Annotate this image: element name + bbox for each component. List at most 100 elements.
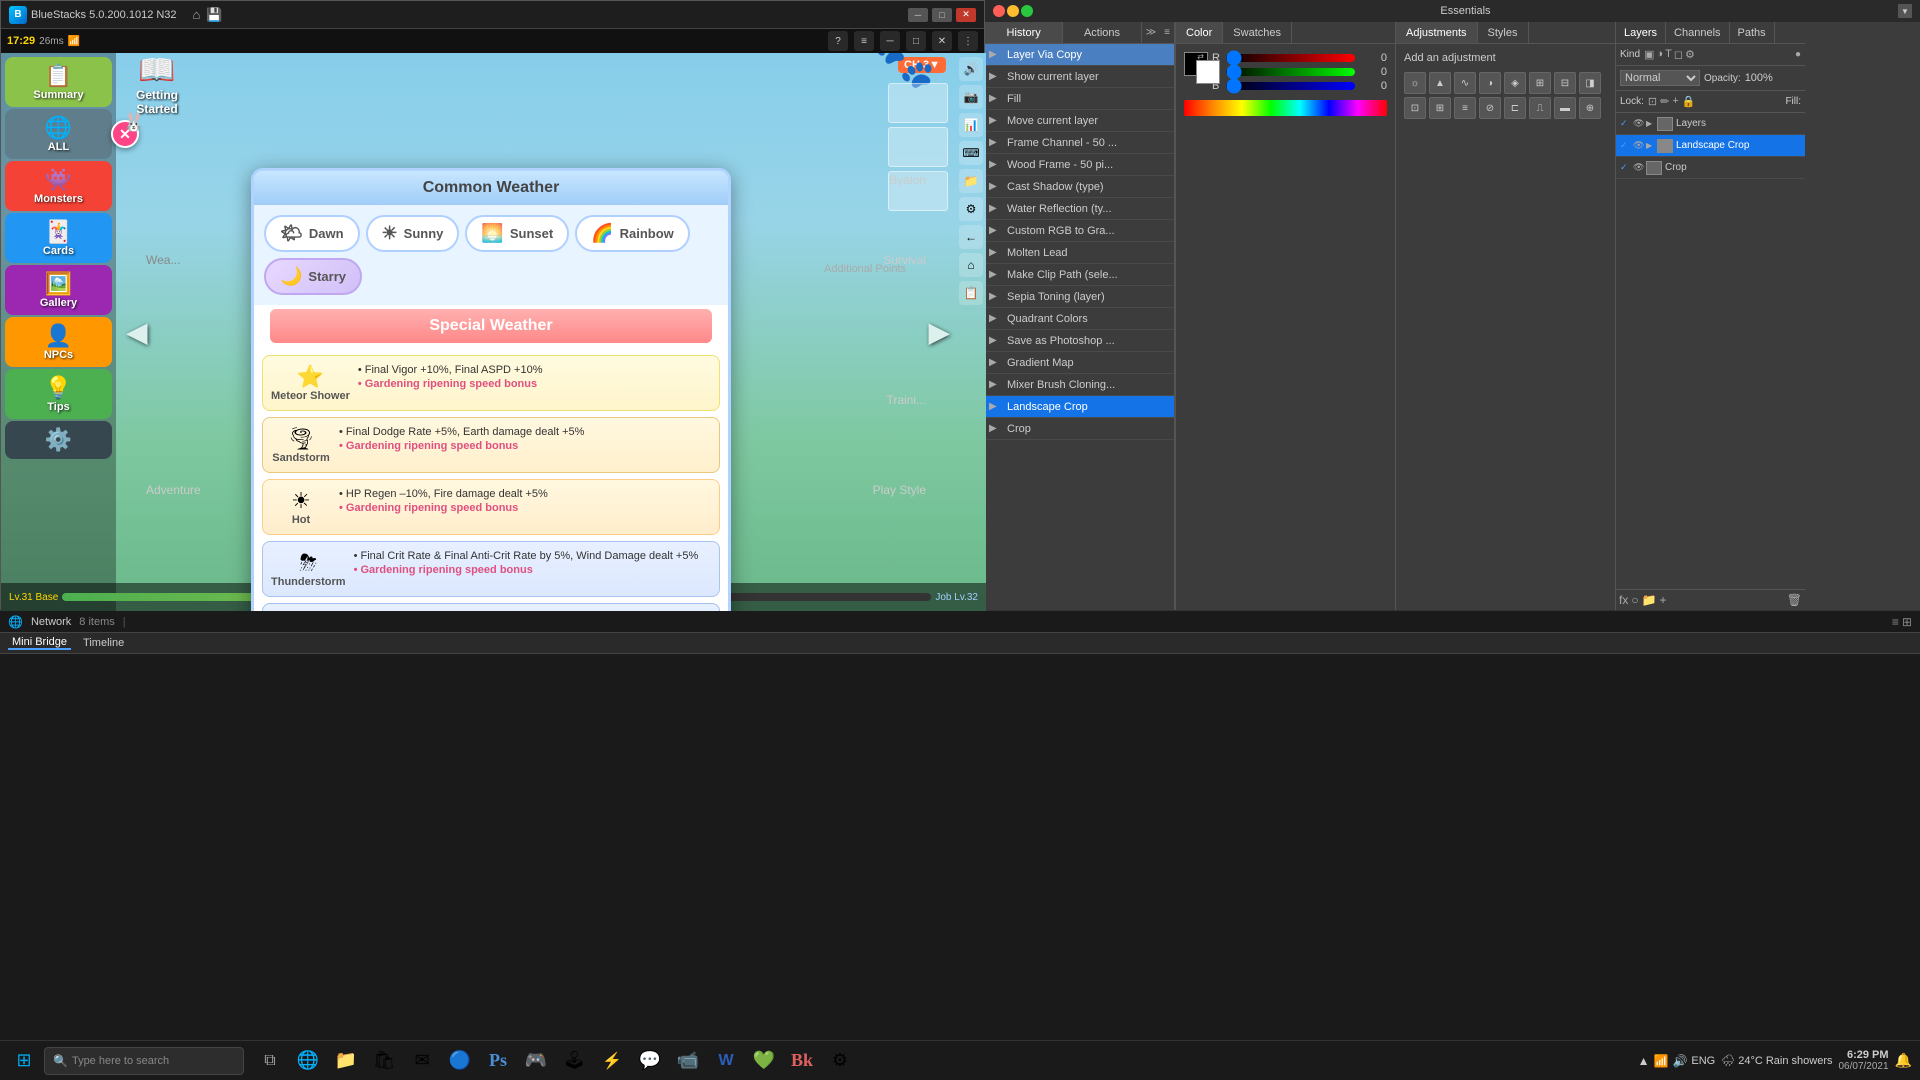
close-modal-button[interactable]: ✕ 🐰 xyxy=(111,120,139,148)
nav-left-arrow[interactable]: ◀ xyxy=(126,316,148,349)
side-icon-7[interactable]: ← xyxy=(959,225,983,249)
blend-mode-select[interactable]: Normal xyxy=(1620,70,1700,86)
threshold-icon[interactable]: ⎍ xyxy=(1529,97,1551,119)
color-tab[interactable]: Color xyxy=(1176,22,1223,43)
layers-row-0[interactable]: ✓ 👁 ▶ Layers xyxy=(1616,113,1805,135)
hsl-icon[interactable]: ⊞ xyxy=(1529,72,1551,94)
history-item-5[interactable]: ▶ Wood Frame - 50 pi... xyxy=(985,154,1174,176)
history-item-4[interactable]: ▶ Frame Channel - 50 ... xyxy=(985,132,1174,154)
bs-close-button[interactable]: ✕ xyxy=(956,8,976,22)
ps-menu-icon[interactable]: ▼ xyxy=(1898,4,1912,18)
mail-button[interactable]: ✉ xyxy=(404,1043,440,1079)
nav-item-summary[interactable]: 📋 Summary xyxy=(5,57,112,107)
stacks-button[interactable]: Bk xyxy=(784,1043,820,1079)
timeline-tab[interactable]: Timeline xyxy=(79,637,128,649)
chrome-button[interactable]: 🔵 xyxy=(442,1043,478,1079)
history-item-2[interactable]: ▶ Fill xyxy=(985,88,1174,110)
game2-button[interactable]: 🕹 xyxy=(556,1043,592,1079)
mini-bridge-tab[interactable]: Mini Bridge xyxy=(8,636,71,650)
sunny-button[interactable]: ☀ Sunny xyxy=(366,215,460,252)
bs-arrow-icon[interactable]: ⋮ xyxy=(958,31,978,51)
search-bar[interactable]: 🔍 Type here to search xyxy=(44,1047,244,1075)
ps-minimize-button[interactable] xyxy=(1007,5,1019,17)
settings-button[interactable]: ⚙ xyxy=(822,1043,858,1079)
color-balance-icon[interactable]: ⊟ xyxy=(1554,72,1576,94)
history-item-15[interactable]: ▶ Mixer Brush Cloning... xyxy=(985,374,1174,396)
ps-close-button[interactable] xyxy=(993,5,1005,17)
explorer-button[interactable]: 📁 xyxy=(328,1043,364,1079)
background-color[interactable] xyxy=(1196,60,1220,84)
word-button[interactable]: W xyxy=(708,1043,744,1079)
vibrance-icon[interactable]: ◈ xyxy=(1504,72,1526,94)
nav-item-cards[interactable]: 🃏 Cards xyxy=(5,213,112,263)
start-button[interactable]: ⊞ xyxy=(8,1045,40,1077)
eye-2[interactable]: 👁 xyxy=(1633,162,1643,173)
side-icon-2[interactable]: 📷 xyxy=(959,85,983,109)
history-tab[interactable]: History xyxy=(985,22,1063,43)
history-item-3[interactable]: ▶ Move current layer xyxy=(985,110,1174,132)
history-item-12[interactable]: ▶ Quadrant Colors xyxy=(985,308,1174,330)
b-slider[interactable] xyxy=(1226,82,1355,90)
history-item-17[interactable]: ▶ Crop xyxy=(985,418,1174,440)
clock-display[interactable]: 6:29 PM 06/07/2021 xyxy=(1839,1049,1889,1072)
side-icon-8[interactable]: ⌂ xyxy=(959,253,983,277)
r-slider[interactable] xyxy=(1226,54,1355,62)
history-item-11[interactable]: ▶ Sepia Toning (layer) xyxy=(985,286,1174,308)
tray-arrow-icon[interactable]: ▲ xyxy=(1638,1054,1650,1068)
levels-icon[interactable]: ▲ xyxy=(1429,72,1451,94)
nav-item-npcs[interactable]: 👤 NPCs xyxy=(5,317,112,367)
history-item-0[interactable]: ▶ Layer Via Copy xyxy=(985,44,1174,66)
nav-item-all[interactable]: 🌐 ALL xyxy=(5,109,112,159)
rainbow-button[interactable]: 🌈 Rainbow xyxy=(575,215,690,252)
bs-square-icon[interactable]: □ xyxy=(906,31,926,51)
eye-0[interactable]: 👁 xyxy=(1633,118,1643,129)
filter-shape-icon[interactable]: ◻ xyxy=(1674,48,1683,61)
discord-button[interactable]: ⚡ xyxy=(594,1043,630,1079)
bs-save-icon[interactable]: 💾 xyxy=(206,7,222,23)
color-spectrum[interactable] xyxy=(1184,100,1387,116)
exposure-icon[interactable]: ◑ xyxy=(1479,72,1501,94)
bs-menu-icon[interactable]: ≡ xyxy=(854,31,874,51)
swap-colors-icon[interactable]: ⇄ xyxy=(1197,52,1204,61)
grid-view-icon[interactable]: ⊞ xyxy=(1902,615,1912,629)
bs-question-icon[interactable]: ? xyxy=(828,31,848,51)
filter-smart-icon[interactable]: ⚙ xyxy=(1685,48,1695,61)
side-icon-6[interactable]: ⚙ xyxy=(959,197,983,221)
swatches-tab[interactable]: Swatches xyxy=(1223,22,1292,43)
side-icon-4[interactable]: ⌨ xyxy=(959,141,983,165)
photoshop-button[interactable]: Ps xyxy=(480,1043,516,1079)
nav-item-tips[interactable]: 💡 Tips xyxy=(5,369,112,419)
invert-icon[interactable]: ⊘ xyxy=(1479,97,1501,119)
adjustments-tab[interactable]: Adjustments xyxy=(1396,22,1478,43)
color-lookup-icon[interactable]: ≡ xyxy=(1454,97,1476,119)
delete-layer-icon[interactable]: 🗑 xyxy=(1787,593,1802,607)
photo-filter-icon[interactable]: ⊡ xyxy=(1404,97,1426,119)
styles-tab[interactable]: Styles xyxy=(1478,22,1529,43)
filter-text-icon[interactable]: T xyxy=(1665,48,1672,61)
sunset-button[interactable]: 🌅 Sunset xyxy=(465,215,569,252)
side-icon-5[interactable]: 📁 xyxy=(959,169,983,193)
channels-tab[interactable]: Channels xyxy=(1666,22,1729,43)
notification-icon[interactable]: 🔔 xyxy=(1895,1052,1912,1069)
bw-icon[interactable]: ◨ xyxy=(1579,72,1601,94)
bs-home-icon[interactable]: ⌂ xyxy=(193,7,201,23)
starry-button[interactable]: 🌙 Starry xyxy=(264,258,362,295)
store-button[interactable]: 🛍 xyxy=(366,1043,402,1079)
history-item-9[interactable]: ▶ Molten Lead xyxy=(985,242,1174,264)
history-item-7[interactable]: ▶ Water Reflection (ty... xyxy=(985,198,1174,220)
g-slider[interactable] xyxy=(1226,68,1355,76)
nav-item-monsters[interactable]: 👾 Monsters xyxy=(5,161,112,211)
selective-color-icon[interactable]: ⊕ xyxy=(1579,97,1601,119)
history-item-8[interactable]: ▶ Custom RGB to Gra... xyxy=(985,220,1174,242)
whatsapp-button[interactable]: 💚 xyxy=(746,1043,782,1079)
side-icon-1[interactable]: 🔊 xyxy=(959,57,983,81)
new-fill-icon[interactable]: fx xyxy=(1619,593,1628,607)
gradient-map-adj-icon[interactable]: ▬ xyxy=(1554,97,1576,119)
volume-tray-icon[interactable]: 🔊 xyxy=(1672,1054,1687,1068)
side-icon-3[interactable]: 📊 xyxy=(959,113,983,137)
filter-pixel-icon[interactable]: ▣ xyxy=(1644,48,1654,61)
posterize-icon[interactable]: ⊏ xyxy=(1504,97,1526,119)
actions-tab[interactable]: Actions xyxy=(1063,22,1141,43)
lock-image-icon[interactable]: ✏ xyxy=(1660,95,1669,108)
curves-icon[interactable]: ∿ xyxy=(1454,72,1476,94)
